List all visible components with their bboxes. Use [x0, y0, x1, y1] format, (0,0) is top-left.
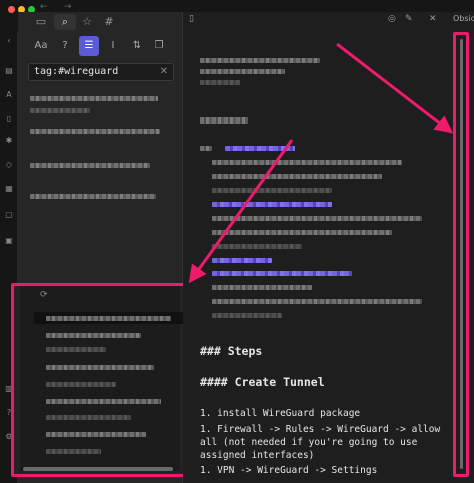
editor-link[interactable]: [225, 146, 295, 151]
popup-line: [46, 399, 161, 404]
sidebar-toggle-icon[interactable]: ▯: [189, 14, 194, 24]
graph-icon[interactable]: ✱: [4, 136, 14, 146]
result-item[interactable]: [30, 108, 90, 113]
hover-preview-popup: ⟳: [11, 283, 192, 477]
reading-view-icon[interactable]: ◎: [388, 14, 396, 24]
search-query: tag:#wireguard: [34, 66, 119, 77]
editor-scrollbar-highlight: [453, 32, 469, 477]
star-icon[interactable]: ☆: [76, 14, 98, 30]
tag-icon[interactable]: ◇: [4, 160, 14, 170]
heading-create-tunnel[interactable]: #### Create Tunnel: [200, 375, 325, 389]
editor-line: [212, 313, 282, 318]
result-item[interactable]: [30, 163, 150, 168]
text-cursor-icon[interactable]: I: [103, 36, 123, 56]
editor-line: [212, 174, 382, 179]
list-item[interactable]: assigned interfaces): [200, 449, 314, 462]
editor-line: [212, 285, 312, 290]
editor-header: ▯ ◎ ✎ ✕ Obsidi: [183, 12, 474, 32]
popup-line: [46, 415, 131, 420]
list-item[interactable]: 1. Firewall -> Rules -> WireGuard -> all…: [200, 423, 440, 436]
editor-line: [200, 69, 285, 74]
search-toolbar: Aa ? ☰ I ⇅ ❐: [18, 34, 183, 58]
clipboard-icon[interactable]: ▢: [4, 210, 14, 220]
help-icon[interactable]: ?: [55, 36, 75, 56]
calendar-icon[interactable]: ▦: [4, 184, 14, 194]
editor-link[interactable]: [212, 202, 332, 207]
heading-steps[interactable]: ### Steps: [200, 344, 262, 358]
editor-scrollbar-thumb[interactable]: [460, 39, 463, 469]
close-icon[interactable]: ✕: [429, 14, 437, 24]
editor-link[interactable]: [212, 271, 352, 276]
editor-line: [212, 188, 332, 193]
window-title: Obsidi: [453, 14, 474, 23]
result-item[interactable]: [30, 129, 160, 134]
copy-icon[interactable]: ❐: [149, 36, 169, 56]
search-icon[interactable]: ⌕: [54, 14, 76, 30]
list-icon[interactable]: ☰: [79, 36, 99, 56]
collapse-icon[interactable]: ‹: [4, 36, 14, 46]
popup-line: [46, 365, 154, 370]
editor-line: [212, 230, 392, 235]
sidebar-tabs: ▭ ⌕ ☆ #: [18, 12, 183, 32]
document-icon[interactable]: ▯: [4, 114, 14, 124]
editor-line: [212, 244, 302, 249]
editor-line: [200, 80, 240, 85]
result-item[interactable]: [30, 96, 158, 101]
edit-icon[interactable]: ✎: [405, 14, 413, 24]
files-icon[interactable]: ▤: [4, 66, 14, 76]
window-close-button[interactable]: [8, 6, 15, 13]
popup-content: ⟳: [20, 286, 184, 471]
editor-line: [200, 146, 212, 151]
list-item[interactable]: all (not needed if you're going to use: [200, 436, 417, 449]
nav-back-icon[interactable]: ←: [40, 2, 48, 12]
popup-line: [46, 432, 146, 437]
popup-line: [46, 449, 101, 454]
search-input[interactable]: tag:#wireguard ✕: [28, 63, 174, 81]
popup-line: [46, 382, 116, 387]
popup-refresh-icon[interactable]: ⟳: [40, 290, 48, 300]
folder-icon[interactable]: ▭: [30, 14, 52, 30]
editor-line: [212, 299, 422, 304]
text-icon[interactable]: A: [4, 90, 14, 100]
editor-line: [212, 160, 402, 165]
editor-heading: [200, 117, 248, 124]
text-size-icon[interactable]: Aa: [31, 36, 51, 56]
editor-line: [212, 216, 422, 221]
popup-line: [46, 333, 141, 338]
popup-line: [46, 316, 171, 321]
editor-line: [200, 58, 320, 63]
result-item[interactable]: [30, 194, 156, 199]
hash-icon[interactable]: #: [98, 14, 120, 30]
list-item[interactable]: 1. install WireGuard package: [200, 407, 360, 420]
terminal-icon[interactable]: ▣: [4, 236, 14, 246]
list-item[interactable]: 1. VPN -> WireGuard -> Settings: [200, 464, 377, 477]
clear-search-icon[interactable]: ✕: [160, 65, 168, 79]
popup-horizontal-scrollbar[interactable]: [23, 467, 173, 471]
editor-link[interactable]: [212, 258, 272, 263]
sort-icon[interactable]: ⇅: [127, 36, 147, 56]
nav-forward-icon[interactable]: →: [64, 2, 72, 12]
popup-line: [46, 347, 106, 352]
